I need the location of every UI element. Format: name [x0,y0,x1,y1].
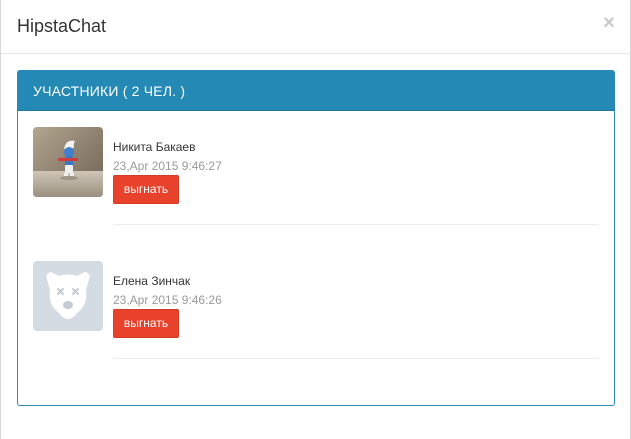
avatar [33,127,103,197]
member-name: Елена Зинчак [113,274,191,288]
divider [113,224,599,225]
member-timestamp: 23,Apr 2015 9:46:26 [113,293,222,307]
kick-button[interactable]: выгнать [113,175,179,204]
smurf-photo [33,127,103,197]
modal-header: HipstaChat × [1,0,631,54]
panel-heading: УЧАСТНИКИ ( 2 ЧЕЛ. ) [18,71,614,111]
avatar [33,261,103,331]
modal-title: HipstaChat [17,16,107,36]
member-item: Никита Бакаев 23,Apr 2015 9:46:27 выгнат… [33,127,599,227]
panel-title: УЧАСТНИКИ ( 2 ЧЕЛ. ) [33,83,186,99]
participants-modal: HipstaChat × УЧАСТНИКИ ( 2 ЧЕЛ. ) Никита… [0,0,631,439]
deactivated-dog-icon [33,261,103,331]
kick-button[interactable]: выгнать [113,309,179,338]
member-item: Елена Зинчак 23,Apr 2015 9:46:26 выгнать [33,261,599,361]
close-button[interactable]: × [601,12,617,34]
member-timestamp: 23,Apr 2015 9:46:27 [113,159,222,173]
divider [113,358,599,359]
member-name: Никита Бакаев [113,140,196,154]
participants-panel: УЧАСТНИКИ ( 2 ЧЕЛ. ) Никита Бакаев 23,Ap… [17,70,615,406]
